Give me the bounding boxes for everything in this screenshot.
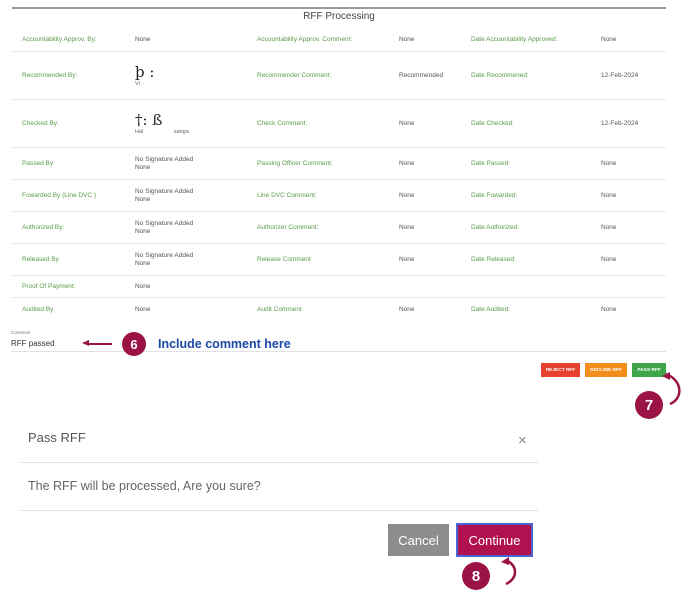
card-top-divider xyxy=(12,7,666,9)
field-value: None xyxy=(135,305,151,313)
table-row: Recommended By: þ : Vi Recommender Comme… xyxy=(12,52,666,100)
field-value: 12-Feb-2024 xyxy=(601,119,639,127)
table-row: Accountability Approv. By: None Accounta… xyxy=(12,29,666,52)
continue-button[interactable]: Continue xyxy=(456,523,533,557)
field-label: Accountability Approv. By: xyxy=(22,36,97,43)
no-signature-text: No Signature Added xyxy=(135,187,194,195)
rff-processing-card: RFF Processing Accountability Approv. By… xyxy=(12,7,666,347)
signer-name: Hal sanga xyxy=(135,128,189,135)
table-row: Passed By No Signature Added None Passin… xyxy=(12,148,666,180)
field-label: Date Fowarded: xyxy=(471,191,518,199)
comment-input[interactable]: RFF passed xyxy=(11,339,55,348)
field-value: None xyxy=(399,223,415,231)
step-6-badge: 6 xyxy=(122,332,146,356)
field-label: Passing Officer Comment: xyxy=(257,159,333,167)
field-value: None xyxy=(399,119,415,127)
signature-cell: †: ß Hal sanga xyxy=(135,100,253,147)
signature-image: †: ß xyxy=(135,110,163,129)
table-row: Authorized By: No Signature Added None A… xyxy=(12,212,666,244)
field-value: None xyxy=(601,191,617,199)
field-label: Recommended By: xyxy=(22,71,78,79)
field-value: None xyxy=(399,159,415,167)
field-label: Audited By xyxy=(22,305,54,313)
field-value: None xyxy=(601,223,617,231)
field-value: No Signature Added None xyxy=(135,212,253,243)
field-label: Audit Comment xyxy=(257,305,302,313)
field-label: Fowarded By (Line DVC ) xyxy=(22,191,97,199)
field-value: None xyxy=(399,36,415,43)
rff-details-table: Accountability Approv. By: None Accounta… xyxy=(12,29,666,321)
field-label: Recommender Comment: xyxy=(257,71,332,79)
field-label: Authorizer Comment: xyxy=(257,223,319,231)
field-value: None xyxy=(601,255,617,263)
comment-input-underline xyxy=(11,351,666,352)
field-label: Checked By: xyxy=(22,119,59,127)
no-signature-text: No Signature Added xyxy=(135,219,194,227)
field-label: Proof Of Payment: xyxy=(22,282,76,290)
table-row: Audited By None Audit Comment None Date … xyxy=(12,298,666,321)
signer-name: None xyxy=(135,195,151,203)
field-label: Date Released: xyxy=(471,255,516,263)
curved-arrow-icon xyxy=(501,557,517,586)
step-8-badge: 8 xyxy=(462,562,490,590)
decline-rff-button[interactable]: DECLINE RFF xyxy=(585,363,627,377)
field-value: None xyxy=(399,305,415,313)
field-label: Release Comment xyxy=(257,255,311,263)
signer-name: Vi xyxy=(135,80,140,87)
field-label: Line DVC Comment: xyxy=(257,191,317,199)
field-value: 12-Feb-2024 xyxy=(601,71,639,79)
comment-label: Comment xyxy=(11,330,31,335)
field-label: Date Checked: xyxy=(471,119,514,127)
field-label: Check Comment: xyxy=(257,119,308,127)
reject-rff-button[interactable]: REJECT RFF xyxy=(541,363,580,377)
arrow-line xyxy=(88,343,112,345)
field-value: None xyxy=(601,36,617,43)
signer-name: None xyxy=(135,259,151,267)
field-label: Date Audited: xyxy=(471,305,511,313)
field-label: Date Recommened: xyxy=(471,71,529,79)
field-value: None xyxy=(135,282,151,290)
field-value: No Signature Added None xyxy=(135,180,253,211)
modal-message: The RFF will be processed, Are you sure? xyxy=(28,479,261,493)
field-value: None xyxy=(399,191,415,199)
field-label: Released By xyxy=(22,255,59,263)
table-row: Proof Of Payment: None xyxy=(12,276,666,298)
cancel-button[interactable]: Cancel xyxy=(388,524,449,556)
signature-cell: þ : Vi xyxy=(135,52,253,99)
step-6-callout: Include comment here xyxy=(158,337,291,351)
field-value: None xyxy=(601,159,617,167)
curved-arrow-icon xyxy=(662,372,681,406)
signer-name: None xyxy=(135,163,151,171)
field-label: Authorized By: xyxy=(22,223,65,231)
field-value: None xyxy=(399,255,415,263)
table-row: Checked By: †: ß Hal sanga Check Comment… xyxy=(12,100,666,148)
field-value: None xyxy=(135,36,151,43)
field-label: Date Accountability Approved: xyxy=(471,36,558,43)
signer-name: None xyxy=(135,227,151,235)
no-signature-text: No Signature Added xyxy=(135,155,194,163)
table-row: Fowarded By (Line DVC ) No Signature Add… xyxy=(12,180,666,212)
field-label: Accountability Approv. Comment: xyxy=(257,36,353,43)
step-7-badge: 7 xyxy=(635,391,663,419)
modal-header-divider xyxy=(21,462,538,463)
field-value: None xyxy=(601,305,617,313)
modal-footer-divider xyxy=(21,510,538,511)
card-title: RFF Processing xyxy=(303,11,375,22)
field-value: No Signature Added None xyxy=(135,244,253,275)
modal-title: Pass RFF xyxy=(28,430,86,445)
field-label: Date Passed: xyxy=(471,159,511,167)
field-label: Date Authorized: xyxy=(471,223,520,231)
signature-image: þ : xyxy=(135,62,155,81)
table-row: Released By No Signature Added None Rele… xyxy=(12,244,666,276)
field-value: Recommended xyxy=(399,71,444,79)
close-icon[interactable]: × xyxy=(518,432,527,449)
field-value: No Signature Added None xyxy=(135,148,253,179)
field-label: Passed By xyxy=(22,159,54,167)
no-signature-text: No Signature Added xyxy=(135,251,194,259)
